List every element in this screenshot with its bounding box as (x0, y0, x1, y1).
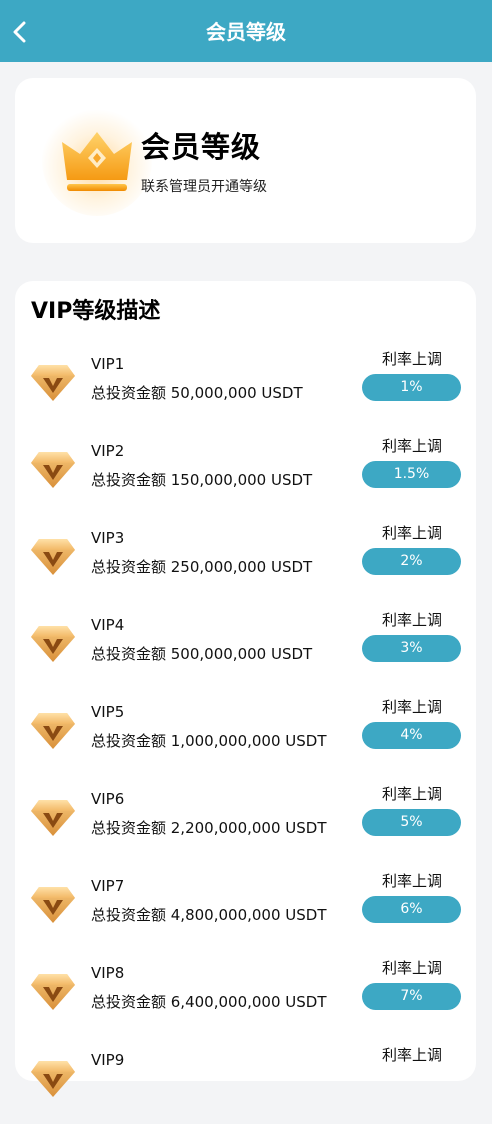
vip-row: VIP2 总投资金额 150,000,000 USDT 利率上调 1.5% (15, 428, 476, 515)
vip-row: VIP4 总投资金额 500,000,000 USDT 利率上调 3% (15, 602, 476, 689)
vip-amount: 总投资金额 500,000,000 USDT (91, 645, 313, 663)
top-bar: 会员等级 (0, 0, 492, 62)
rate-label: 利率上调 (381, 611, 442, 629)
diamond-icon (29, 794, 77, 840)
rate-label: 利率上调 (381, 785, 442, 803)
vip-row: VIP7 总投资金额 4,800,000,000 USDT 利率上调 6% (15, 863, 476, 950)
level-subtitle: 联系管理员开通等级 (141, 179, 267, 195)
rate-label: 利率上调 (381, 872, 442, 890)
diamond-icon (29, 1055, 77, 1101)
vip-amount: 总投资金额 50,000,000 USDT (91, 384, 303, 402)
rate-badge: 1.5% (362, 461, 461, 488)
rate-badge: 6% (362, 896, 461, 923)
rate-badge: 7% (362, 983, 461, 1010)
rate-label: 利率上调 (381, 524, 442, 542)
vip-row: VIP3 总投资金额 250,000,000 USDT 利率上调 2% (15, 515, 476, 602)
vip-name: VIP3 (91, 529, 125, 547)
diamond-icon (29, 968, 77, 1014)
rate-label: 利率上调 (381, 350, 442, 368)
vip-name: VIP1 (91, 355, 125, 373)
rate-badge: 2% (362, 548, 461, 575)
vip-row: VIP9 利率上调 (15, 1037, 476, 1124)
diamond-icon (29, 881, 77, 927)
member-level-card: 会员等级 联系管理员开通等级 (15, 78, 476, 243)
vip-name: VIP8 (91, 964, 125, 982)
vip-row: VIP5 总投资金额 1,000,000,000 USDT 利率上调 4% (15, 689, 476, 776)
rate-label: 利率上调 (381, 1046, 442, 1064)
vip-name: VIP7 (91, 877, 125, 895)
vip-amount: 总投资金额 6,400,000,000 USDT (91, 993, 327, 1011)
vip-amount: 总投资金额 1,000,000,000 USDT (91, 732, 327, 750)
vip-amount: 总投资金额 250,000,000 USDT (91, 558, 313, 576)
vip-name: VIP6 (91, 790, 125, 808)
section-title: VIP等级描述 (31, 299, 161, 324)
vip-name: VIP9 (91, 1051, 125, 1069)
vip-amount: 总投资金额 2,200,000,000 USDT (91, 819, 327, 837)
vip-name: VIP2 (91, 442, 125, 460)
rate-badge: 5% (362, 809, 461, 836)
rate-badge: 1% (362, 374, 461, 401)
diamond-icon (29, 620, 77, 666)
vip-row: VIP1 总投资金额 50,000,000 USDT 利率上调 1% (15, 341, 476, 428)
rate-label: 利率上调 (381, 959, 442, 977)
vip-row: VIP6 总投资金额 2,200,000,000 USDT 利率上调 5% (15, 776, 476, 863)
vip-description-card: VIP等级描述 VIP1 总投资金额 50,000,000 USDT 利率上调 1% V… (15, 281, 476, 1097)
vip-name: VIP4 (91, 616, 125, 634)
rate-label: 利率上调 (381, 437, 442, 455)
vip-row: VIP8 总投资金额 6,400,000,000 USDT 利率上调 7% (15, 950, 476, 1037)
vip-name: VIP5 (91, 703, 125, 721)
rate-badge: 4% (362, 722, 461, 749)
vip-amount: 总投资金额 4,800,000,000 USDT (91, 906, 327, 924)
vip-amount: 总投资金额 150,000,000 USDT (91, 471, 313, 489)
crown-icon (42, 106, 152, 216)
rate-badge: 3% (362, 635, 461, 662)
diamond-icon (29, 707, 77, 753)
level-title: 会员等级 (141, 130, 262, 164)
page-title: 会员等级 (206, 20, 286, 44)
diamond-icon (29, 533, 77, 579)
diamond-icon (29, 359, 77, 405)
diamond-icon (29, 446, 77, 492)
rate-label: 利率上调 (381, 698, 442, 716)
